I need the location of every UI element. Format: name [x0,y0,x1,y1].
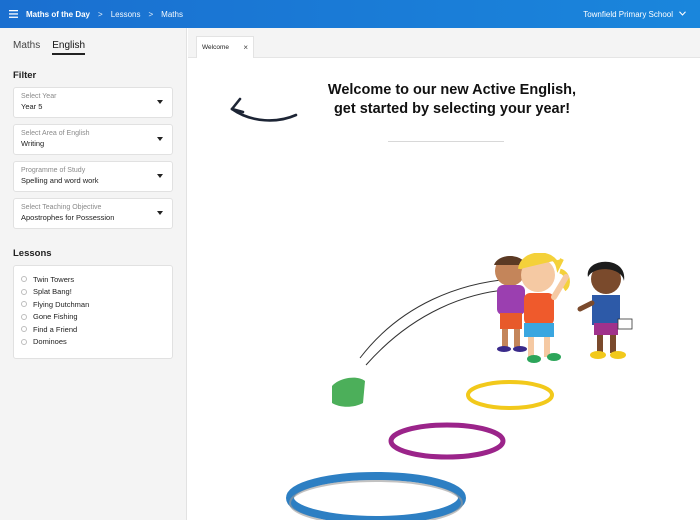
radio-icon[interactable] [21,276,27,283]
breadcrumb-lessons[interactable]: Lessons [111,10,141,19]
select-objective[interactable]: Select Teaching Objective Apostrophes fo… [13,198,173,229]
caret-down-icon [157,137,163,141]
select-programme-value: Spelling and word work [21,176,99,185]
select-year-placeholder: Select Year [21,93,57,100]
select-programme-placeholder: Programme of Study [21,167,86,174]
school-name: Townfield Primary School [583,9,673,19]
hamburger-icon[interactable] [0,0,26,28]
subject-tab-english[interactable]: English [52,40,86,55]
lesson-label: Find a Friend [33,324,78,334]
radio-icon[interactable] [21,338,27,345]
tab-strip: Welcome × [188,28,700,58]
lesson-item[interactable]: Find a Friend [21,323,165,336]
lesson-label: Flying Dutchman [33,299,90,309]
radio-icon[interactable] [21,326,27,333]
subject-tabs: Maths English [13,40,173,56]
lesson-item[interactable]: Splat Bang! [21,286,165,299]
select-area[interactable]: Select Area of English Writing [13,124,173,155]
select-objective-value: Apostrophes for Possession [21,213,115,222]
breadcrumb-separator: > [98,9,103,19]
breadcrumb-maths[interactable]: Maths [161,10,183,19]
select-area-placeholder: Select Area of English [21,130,90,137]
arrow-left-icon [230,97,298,122]
app-title[interactable]: Maths of the Day [26,10,90,19]
lessons-heading: Lessons [13,248,52,259]
top-bar: Maths of the Day > Lessons > Maths Townf… [0,0,700,28]
subject-tab-maths[interactable]: Maths [13,40,40,53]
sidebar: Maths English Filter Select Year Year 5 … [0,28,187,520]
lesson-item[interactable]: Twin Towers [21,273,165,286]
tab-welcome-label: Welcome [202,44,229,51]
radio-icon[interactable] [21,313,27,320]
welcome-heading: Welcome to our new Active English, get s… [292,81,612,119]
radio-icon[interactable] [21,288,27,295]
select-area-value: Writing [21,139,45,148]
welcome-line-2: get started by selecting your year! [333,101,571,117]
school-selector[interactable]: Townfield Primary School [583,0,686,28]
tab-welcome[interactable]: Welcome × [196,36,254,58]
lesson-item[interactable]: Flying Dutchman [21,298,165,311]
select-year[interactable]: Select Year Year 5 [13,87,173,118]
lesson-label: Twin Towers [33,274,75,284]
lessons-list: Twin Towers Splat Bang! Flying Dutchman … [13,265,173,359]
lesson-item[interactable]: Dominoes [21,336,165,349]
close-icon[interactable]: × [243,43,248,52]
lesson-item[interactable]: Gone Fishing [21,311,165,324]
lesson-label: Dominoes [33,337,67,347]
caret-down-icon [157,211,163,215]
kids-hoops-illustration [262,252,634,520]
caret-down-icon [157,100,163,104]
filter-heading: Filter [13,70,37,81]
select-programme[interactable]: Programme of Study Spelling and word wor… [13,161,173,192]
radio-icon[interactable] [21,301,27,308]
lesson-label: Gone Fishing [33,312,78,322]
select-objective-placeholder: Select Teaching Objective [21,204,102,211]
welcome-line-1: Welcome to our new Active English, [327,82,577,98]
select-year-value: Year 5 [21,102,43,111]
breadcrumb-separator: > [148,9,154,19]
caret-down-icon [157,174,163,178]
welcome-panel: Welcome to our new Active English, get s… [196,63,700,520]
lesson-label: Splat Bang! [33,287,72,297]
chevron-down-icon [679,10,686,18]
heading-divider [388,141,504,142]
